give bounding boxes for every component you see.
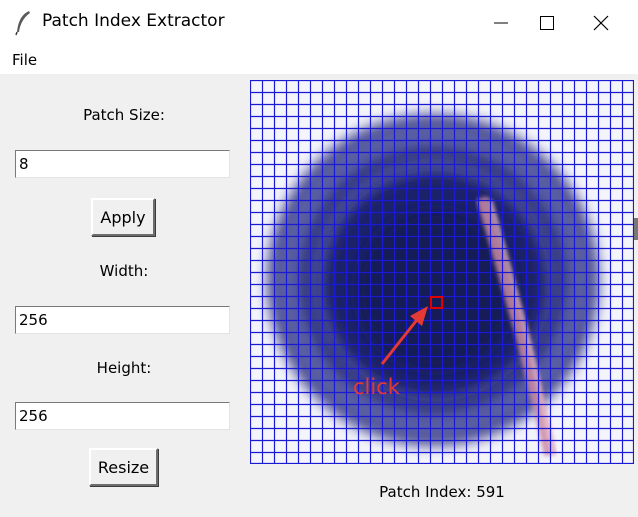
- maximize-icon: [540, 16, 554, 30]
- patch-size-input[interactable]: [15, 150, 230, 178]
- patch-grid-canvas[interactable]: [249, 79, 635, 465]
- feather-icon: [15, 11, 30, 36]
- patch-size-label: Patch Size:: [83, 106, 165, 124]
- control-panel: Patch Size: Apply Width: Height: Resize: [0, 74, 248, 517]
- apply-button[interactable]: Apply: [91, 198, 155, 236]
- height-label: Height:: [96, 359, 152, 377]
- resize-button[interactable]: Resize: [89, 448, 158, 486]
- title-bar: Patch Index Extractor: [0, 0, 638, 46]
- window-title: Patch Index Extractor: [42, 11, 225, 31]
- minimize-button[interactable]: [478, 0, 524, 46]
- close-button[interactable]: [578, 0, 624, 46]
- window-resize-grip[interactable]: [634, 218, 638, 240]
- height-input[interactable]: [15, 402, 230, 430]
- click-annotation: click: [353, 375, 400, 399]
- image-canvas[interactable]: [249, 79, 635, 465]
- menu-file[interactable]: File: [12, 51, 37, 69]
- patch-index-status: Patch Index: 591: [379, 483, 505, 501]
- maximize-button[interactable]: [524, 0, 570, 46]
- minimize-icon: [494, 22, 508, 24]
- menu-bar: File: [0, 46, 638, 74]
- width-label: Width:: [99, 262, 149, 280]
- close-icon: [593, 15, 609, 31]
- width-input[interactable]: [15, 306, 230, 334]
